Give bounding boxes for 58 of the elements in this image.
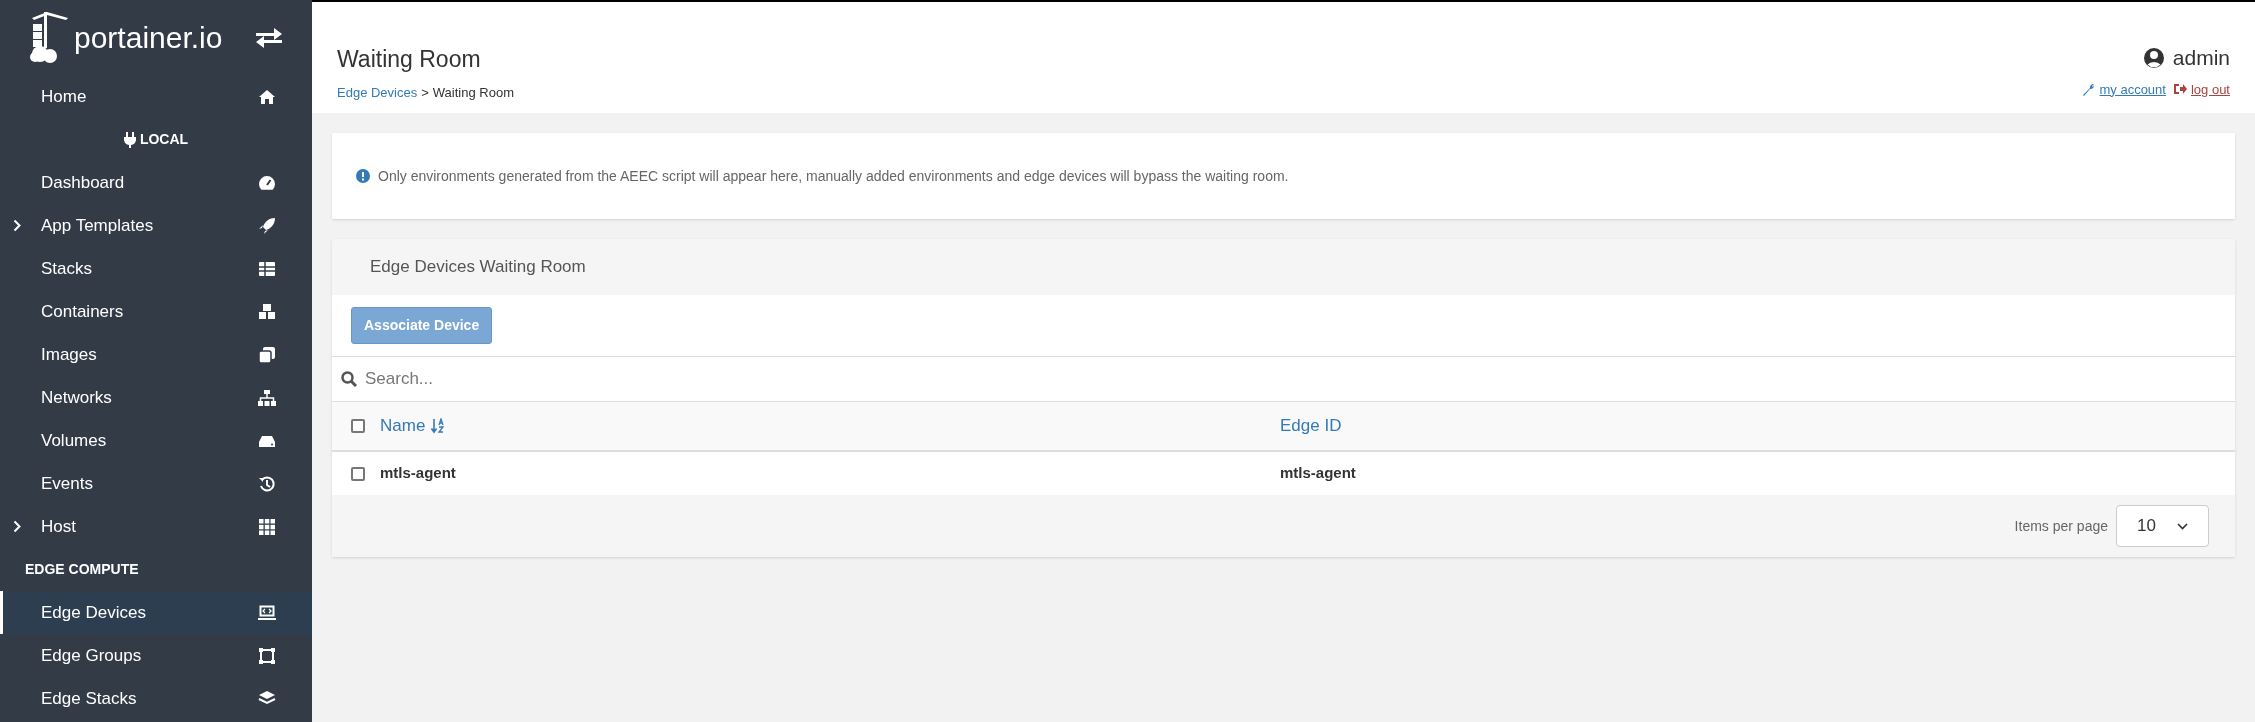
sidebar-item[interactable]: Networks: [0, 376, 312, 419]
sidebar-item[interactable]: Edge Stacks: [0, 677, 312, 720]
hierarchy-icon: [258, 388, 276, 407]
info-icon: [356, 169, 370, 183]
sidebar-item[interactable]: App Templates: [0, 204, 312, 247]
history-icon: [258, 474, 276, 493]
crane-logo-icon: [30, 10, 70, 65]
checkbox[interactable]: [350, 419, 365, 433]
column-header[interactable]: Edge ID: [1280, 413, 1342, 439]
search-field[interactable]: Search...: [365, 366, 2226, 392]
gauge-icon: [258, 173, 276, 192]
stacked-squares-icon: [258, 345, 276, 364]
sort-icon: [431, 418, 446, 434]
breadcrumb-current: Waiting Room: [432, 83, 514, 102]
sidebar-item[interactable]: Volumes: [0, 419, 312, 462]
sidebar-item[interactable]: Stacks: [0, 247, 312, 290]
wrench-icon: [2082, 82, 2096, 96]
home-icon: [258, 87, 276, 106]
sidebar-item[interactable]: Containers: [0, 290, 312, 333]
info-message: Only environments generated from the AEEC script will appear here, manually added environments and edge devices will bypass the waiting room.: [378, 166, 1289, 186]
laptop-icon: [258, 603, 276, 622]
logout-icon: [2173, 83, 2187, 96]
plug-icon: [123, 131, 136, 148]
search-icon: [341, 371, 357, 387]
section-heading: EDGE COMPUTE: [25, 560, 139, 579]
items-per-page-label: Items per page: [2014, 516, 2108, 536]
sidebar-item[interactable]: Home: [0, 75, 312, 118]
sidebar-item[interactable]: Dashboard: [0, 161, 312, 204]
breadcrumb-link[interactable]: Edge Devices: [337, 82, 418, 102]
sidebar-item[interactable]: Events: [0, 462, 312, 505]
table-cell-text: mtls-agent: [1280, 463, 1356, 484]
logo-text: portainer.io: [74, 20, 223, 56]
grid-icon: [258, 517, 276, 536]
my-account-link[interactable]: my account: [2099, 79, 2166, 99]
table-icon: [258, 259, 276, 278]
breadcrumb-separator: >: [421, 83, 429, 102]
cubes-icon: [258, 302, 276, 321]
card-title: Edge Devices Waiting Room: [370, 256, 586, 279]
environment-label: LOCAL: [139, 130, 189, 149]
object-group-icon: [258, 646, 276, 665]
user-avatar-icon: [2142, 46, 2165, 69]
chevron-right-icon: [13, 520, 22, 533]
swap-arrows-icon[interactable]: [256, 26, 282, 49]
sidebar-item[interactable]: Edge Groups: [0, 634, 312, 677]
chevron-right-icon: [13, 219, 22, 232]
chevron-down-icon: [2177, 522, 2188, 530]
log-out-link[interactable]: log out: [2190, 79, 2230, 99]
sidebar-item[interactable]: Edge Devices: [0, 591, 312, 634]
table-cell-text: mtls-agent: [380, 463, 456, 484]
username: admin: [2172, 45, 2230, 71]
search-bar[interactable]: Search...: [332, 357, 2235, 402]
rocket-icon: [258, 216, 276, 235]
sidebar-item[interactable]: Host: [0, 505, 312, 548]
items-per-page-select[interactable]: 10: [2116, 505, 2209, 547]
sidebar-item[interactable]: Images: [0, 333, 312, 376]
page-title: Waiting Room: [337, 45, 482, 74]
checkbox[interactable]: [350, 466, 365, 481]
column-header[interactable]: Name: [380, 413, 446, 439]
